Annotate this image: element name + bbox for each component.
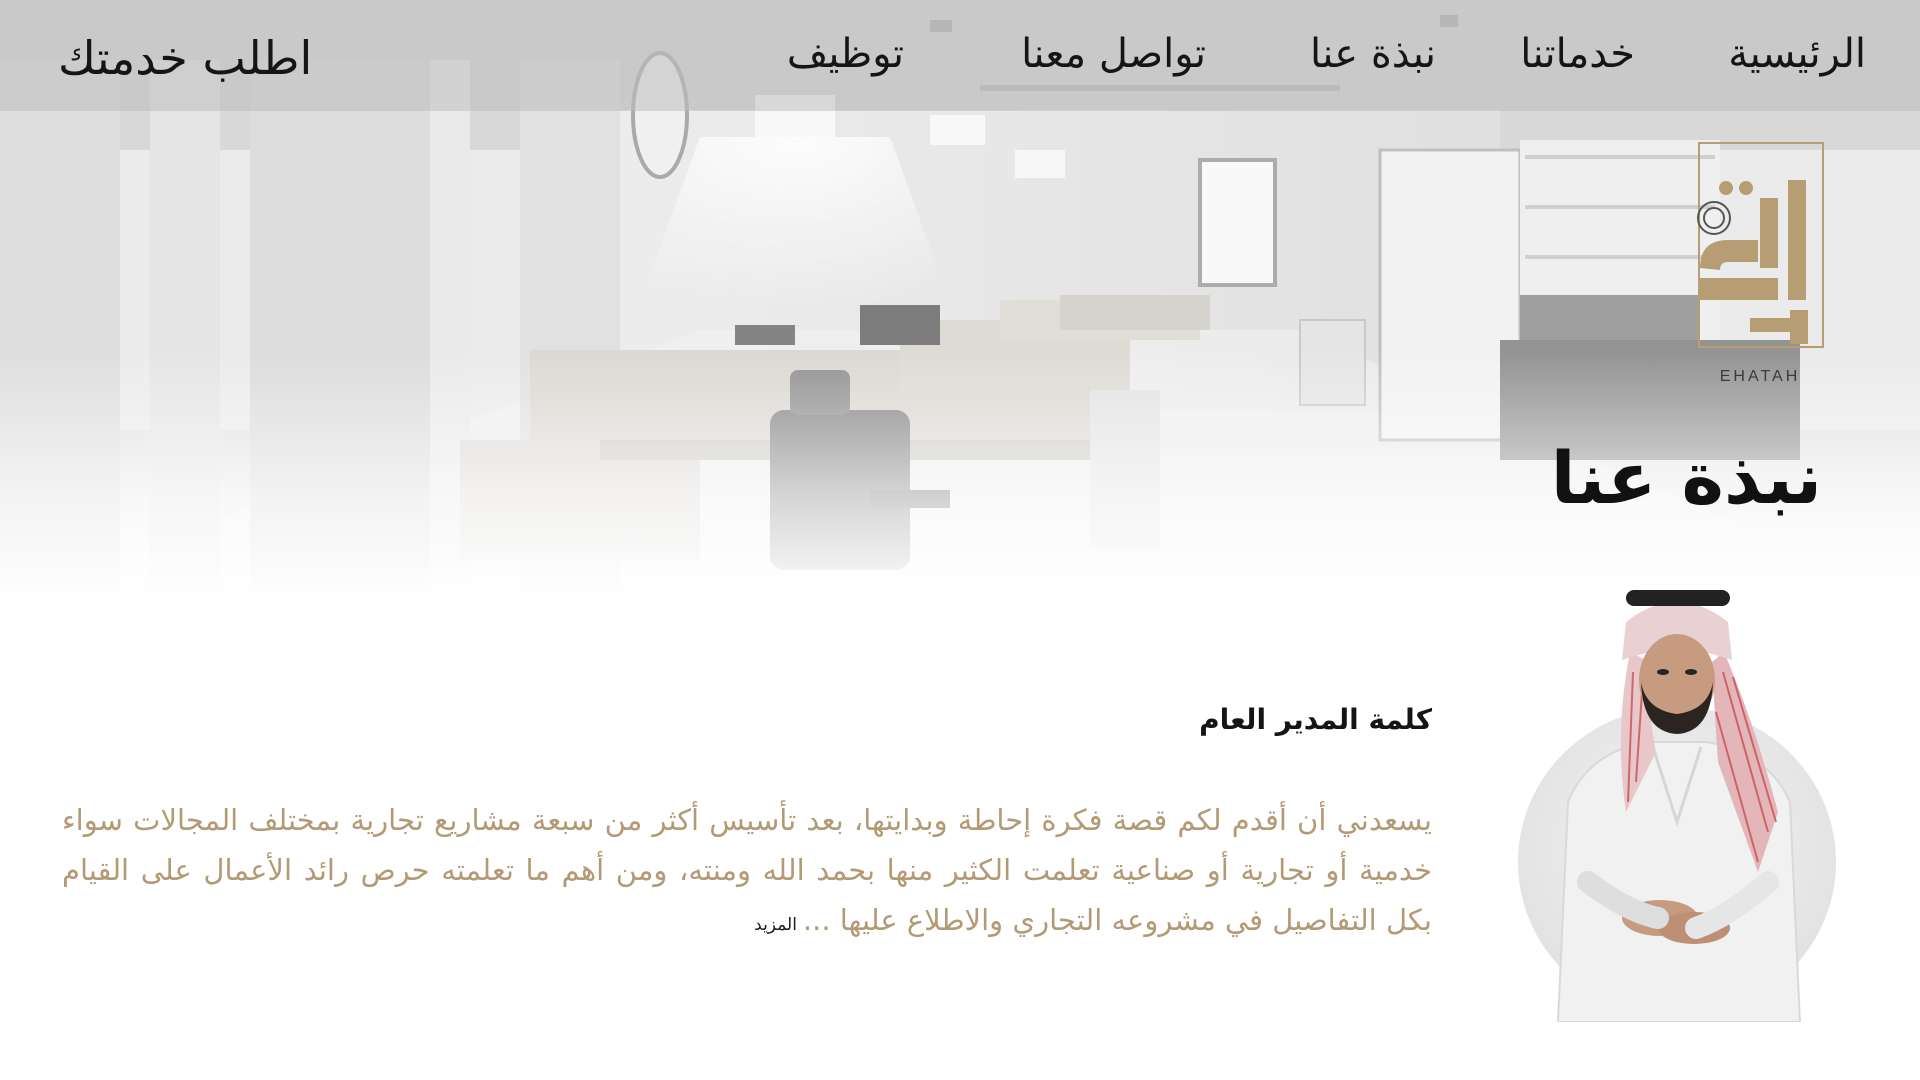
ehatah-logo[interactable]: EHATAH [1690, 142, 1830, 394]
top-navigation-bar: الرئيسية خدماتنا نبذة عنا تواصل معنا توظ… [0, 0, 1920, 111]
page: الرئيسية خدماتنا نبذة عنا تواصل معنا توظ… [0, 0, 1920, 1080]
nav-link-contact[interactable]: تواصل معنا [1021, 28, 1206, 80]
ceo-message-paragraph: يسعدني أن أقدم لكم قصة فكرة إحاطة وبدايت… [62, 795, 1432, 950]
nav-link-services[interactable]: خدماتنا [1520, 28, 1635, 80]
nav-link-jobs[interactable]: توظيف [787, 28, 904, 80]
nav-link-home[interactable]: الرئيسية [1728, 28, 1866, 80]
ceo-message-heading: كلمة المدير العام [1199, 703, 1432, 736]
logo-wordmark: EHATAH [1719, 368, 1801, 385]
ceo-portrait-image [1556, 590, 1802, 1022]
nav-link-about[interactable]: نبذة عنا [1310, 28, 1436, 80]
logo-mark-icon [1697, 180, 1808, 344]
ceo-message-text: يسعدني أن أقدم لكم قصة فكرة إحاطة وبدايت… [62, 803, 1432, 937]
page-title: نبذة عنا [1550, 436, 1822, 520]
read-more-link[interactable]: المزيد [754, 915, 797, 935]
request-service-button[interactable]: اطلب خدمتك [58, 30, 312, 86]
